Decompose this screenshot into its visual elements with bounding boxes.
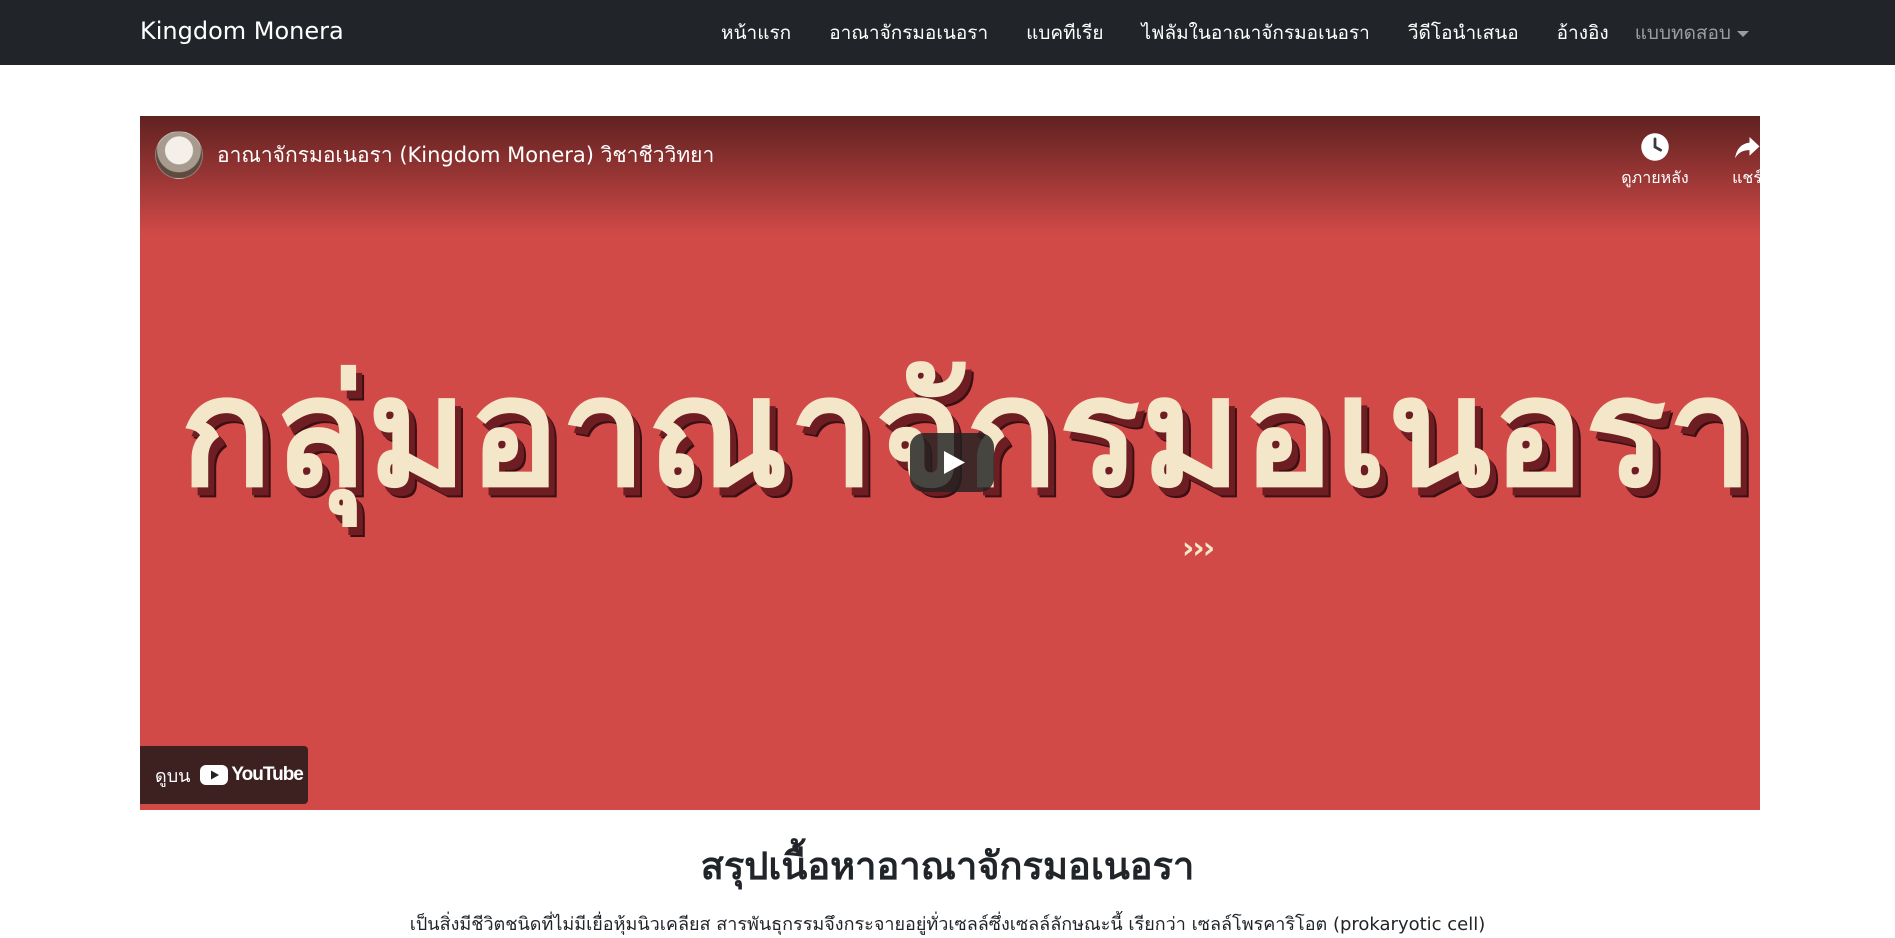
nav-item-kingdom-monera[interactable]: อาณาจักรมอเนอรา xyxy=(810,18,1007,48)
watch-later-button[interactable]: ดูภายหลัง xyxy=(1610,132,1700,191)
nav-dropdown-label: แบบทดสอบ xyxy=(1634,21,1731,44)
youtube-video-embed[interactable]: กลุ่มอาณาจักรมอเนอรา ››› อาณาจักรมอเนอรา… xyxy=(140,116,1760,810)
share-label: แชร์ xyxy=(1732,168,1760,187)
summary-heading: สรุปเนื้อหาอาณาจักรมอเนอรา xyxy=(700,844,1195,888)
caret-down-icon xyxy=(1737,30,1749,37)
nav-item-video[interactable]: วีดีโอนำเสนอ xyxy=(1389,18,1538,48)
video-top-gradient xyxy=(140,116,1760,236)
youtube-logo: YouTube xyxy=(200,764,304,786)
share-button[interactable]: แชร์ xyxy=(1702,132,1760,191)
summary-paragraph: เป็นสิ่งมีชีวิตชนิดที่ไม่มีเยื่อหุ้มนิวเ… xyxy=(409,914,1486,935)
nav-item-bacteria[interactable]: แบคทีเรีย xyxy=(1007,18,1122,48)
play-button[interactable] xyxy=(910,433,994,492)
channel-avatar[interactable] xyxy=(155,131,203,179)
watch-later-label: ดูภายหลัง xyxy=(1621,168,1689,187)
clock-icon xyxy=(1641,133,1669,161)
youtube-wordmark: YouTube xyxy=(231,764,303,785)
nav-item-references[interactable]: อ้างอิง xyxy=(1538,18,1617,48)
nav-dropdown-quiz[interactable]: แบบทดสอบ xyxy=(1617,18,1749,48)
watch-on-label: ดูบน xyxy=(155,765,191,787)
video-title[interactable]: อาณาจักรมอเนอรา (Kingdom Monera) วิชาชีว… xyxy=(217,142,714,168)
thumbnail-chevrons: ››› xyxy=(1182,531,1215,566)
share-arrow-icon xyxy=(1735,137,1760,159)
nav-item-phyla[interactable]: ไฟลัมในอาณาจักรมอเนอรา xyxy=(1122,18,1388,48)
top-navbar: Kingdom Monera หน้าแรก อาณาจักรมอเนอรา แ… xyxy=(0,0,1895,65)
nav-links: หน้าแรก อาณาจักรมอเนอรา แบคทีเรีย ไฟลัมใ… xyxy=(702,0,1749,65)
nav-item-home[interactable]: หน้าแรก xyxy=(702,18,810,48)
watch-on-youtube-button[interactable]: ดูบน YouTube xyxy=(140,746,308,804)
play-icon xyxy=(944,451,965,474)
youtube-logo-icon xyxy=(200,765,229,785)
brand-link[interactable]: Kingdom Monera xyxy=(140,16,344,46)
